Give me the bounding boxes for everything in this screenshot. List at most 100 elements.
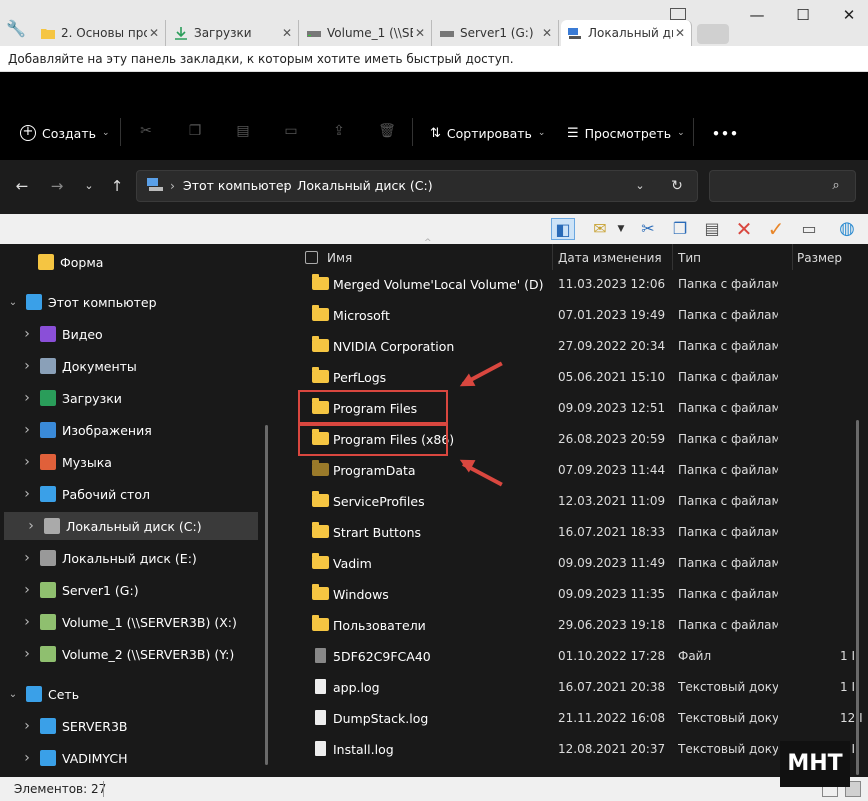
delete-x-icon[interactable]: ✕ [732, 218, 756, 240]
create-button[interactable]: + Создать ⌄ [20, 122, 110, 144]
chevron-right-icon[interactable]: › [20, 550, 34, 566]
share-icon[interactable]: ⇪ [330, 123, 348, 141]
nav-item-6[interactable]: › Музыка [0, 448, 270, 476]
properties-icon[interactable]: ▭ [797, 218, 821, 240]
tab-1[interactable]: Загрузки ✕ [167, 20, 299, 46]
nav-item-9[interactable]: › Локальный диск (E:) [0, 544, 270, 572]
file-row[interactable]: Strart Buttons 16.07.2021 18:33 Папка с фа… [284, 517, 858, 548]
chevron-right-icon[interactable]: › [20, 422, 34, 438]
nav-item-0[interactable]: Форма [0, 248, 270, 276]
copy-icon[interactable]: ❐ [668, 218, 692, 240]
checkmark-icon[interactable]: ✓ [764, 218, 788, 240]
paste-icon[interactable]: ▤ [234, 123, 252, 141]
new-tab-button[interactable] [697, 24, 729, 44]
globe-icon[interactable]: ◍ [835, 218, 859, 240]
close-icon[interactable]: ✕ [540, 26, 554, 40]
tab-0[interactable]: 2. Основы прог ✕ [34, 20, 166, 46]
maximize-button[interactable]: ☐ [788, 4, 818, 26]
copy-icon[interactable]: ❐ [186, 123, 204, 141]
nav-scrollbar[interactable] [265, 425, 268, 765]
file-row[interactable]: ServiceProfiles 12.03.2021 11:09 Папка с ф… [284, 486, 858, 517]
chevron-right-icon[interactable]: › [20, 646, 34, 662]
column-header-type[interactable]: Тип [678, 248, 701, 268]
close-icon[interactable]: ✕ [413, 26, 427, 40]
file-row[interactable]: Install.log 12.08.2021 20:37 Текстовый док… [284, 734, 858, 765]
up-button[interactable]: ↑ [107, 176, 127, 196]
chevron-right-icon[interactable]: › [20, 390, 34, 406]
paste-icon[interactable]: ▤ [700, 218, 724, 240]
nav-item-3[interactable]: › Документы [0, 352, 270, 380]
nav-item-1[interactable]: ⌄ Этот компьютер [0, 288, 270, 316]
tab-search-icon[interactable] [670, 8, 686, 20]
nav-item-label: Volume_1 (\\SERVER3B) (X:) [62, 614, 237, 630]
file-row[interactable]: ProgramData 07.09.2023 11:44 Папка с файла… [284, 455, 858, 486]
nav-item-15[interactable]: › VADIMYCH [0, 744, 270, 772]
file-row[interactable]: Vadim 09.09.2023 11:49 Папка с файлами [284, 548, 858, 579]
file-row[interactable]: DumpStack.log 21.11.2022 16:08 Текстовый д… [284, 703, 863, 734]
preview-pane-icon[interactable]: ◧ [551, 218, 575, 240]
chevron-right-icon[interactable]: › [20, 358, 34, 374]
file-type: Папка с файлами [678, 277, 778, 291]
chevron-down-icon[interactable]: ▼ [614, 218, 628, 240]
delete-icon[interactable]: 🗑 [378, 123, 396, 141]
chevron-down-icon[interactable]: ⌄ [6, 297, 20, 308]
chevron-right-icon[interactable]: › [24, 518, 38, 534]
file-row[interactable]: app.log 16.07.2021 20:38 Текстовый докум..… [284, 672, 858, 703]
nav-item-2[interactable]: › Видео [0, 320, 270, 348]
nav-item-8[interactable]: › Локальный диск (C:) [4, 512, 258, 540]
nav-item-4[interactable]: › Загрузки [0, 384, 270, 412]
column-header-name[interactable]: Имя [327, 248, 352, 268]
close-icon[interactable]: ✕ [280, 26, 294, 40]
file-list-scrollbar[interactable] [856, 420, 859, 775]
chevron-right-icon[interactable]: › [20, 582, 34, 598]
nav-item-13[interactable]: ⌄ Сеть [0, 680, 270, 708]
wrench-icon[interactable]: 🔧 [6, 19, 26, 39]
nav-item-12[interactable]: › Volume_2 (\\SERVER3B) (Y:) [0, 640, 270, 668]
tab-3[interactable]: Server1 (G:) ✕ [433, 20, 559, 46]
file-row[interactable]: 5DF62C9FCA40 01.10.2022 17:28 Файл 1 I [284, 641, 858, 672]
close-icon[interactable]: ✕ [673, 26, 687, 40]
address-history-chevron-icon[interactable]: ⌄ [630, 176, 650, 196]
file-row[interactable]: Merged Volume'Local Volume' (D) 11.03.202… [284, 269, 858, 300]
breadcrumb-local-disk[interactable]: Локальный диск (C:) [297, 178, 433, 193]
close-window-button[interactable]: ✕ [834, 4, 864, 26]
close-icon[interactable]: ✕ [147, 26, 161, 40]
tab-4-active[interactable]: Локальный дис ✕ [561, 20, 692, 46]
nav-item-14[interactable]: › SERVER3B [0, 712, 270, 740]
rename-icon[interactable]: ▭ [282, 123, 300, 141]
refresh-icon[interactable]: ↻ [667, 176, 687, 196]
chevron-right-icon[interactable]: › [20, 750, 34, 766]
forward-button[interactable]: → [47, 176, 67, 196]
nav-item-5[interactable]: › Изображения [0, 416, 270, 444]
nav-item-11[interactable]: › Volume_1 (\\SERVER3B) (X:) [0, 608, 270, 636]
file-size: 12 I [840, 711, 863, 725]
column-header-date[interactable]: Дата изменения [558, 248, 662, 268]
nav-item-7[interactable]: › Рабочий стол [0, 480, 270, 508]
cut-icon[interactable]: ✂ [137, 123, 155, 141]
recent-dropdown-button[interactable]: ⌄ [79, 176, 99, 196]
select-all-checkbox[interactable] [305, 251, 318, 264]
breadcrumb-this-pc[interactable]: Этот компьютер [183, 178, 292, 193]
more-button[interactable]: ••• [712, 122, 739, 144]
folder-options-icon[interactable]: ✉ [588, 218, 612, 240]
chevron-right-icon[interactable]: › [20, 326, 34, 342]
chevron-down-icon[interactable]: ⌄ [6, 689, 20, 700]
nav-item-10[interactable]: › Server1 (G:) [0, 576, 270, 604]
file-row[interactable]: PerfLogs 05.06.2021 15:10 Папка с файлами [284, 362, 858, 393]
chevron-right-icon[interactable]: › [20, 486, 34, 502]
back-button[interactable]: ← [12, 176, 32, 196]
cut-icon[interactable]: ✂ [636, 218, 660, 240]
view-button[interactable]: ☰ Просмотреть ⌄ [567, 122, 685, 144]
minimize-button[interactable]: — [742, 4, 772, 26]
chevron-right-icon[interactable]: › [20, 454, 34, 470]
chevron-right-icon[interactable]: › [20, 614, 34, 630]
sort-button[interactable]: ⇅ Сортировать ⌄ [430, 122, 545, 144]
search-icon[interactable]: ⌕ [826, 176, 846, 196]
file-row[interactable]: Microsoft 07.01.2023 19:49 Папка с файлами [284, 300, 858, 331]
file-row[interactable]: NVIDIA Corporation 27.09.2022 20:34 Папка … [284, 331, 858, 362]
column-header-size[interactable]: Размер [797, 248, 842, 268]
chevron-right-icon[interactable]: › [20, 718, 34, 734]
file-row[interactable]: Windows 09.09.2023 11:35 Папка с файлами [284, 579, 858, 610]
tab-2[interactable]: Volume_1 (\\SER ✕ [300, 20, 432, 46]
file-row[interactable]: Пользователи 29.06.2023 19:18 Папка с файл… [284, 610, 858, 641]
